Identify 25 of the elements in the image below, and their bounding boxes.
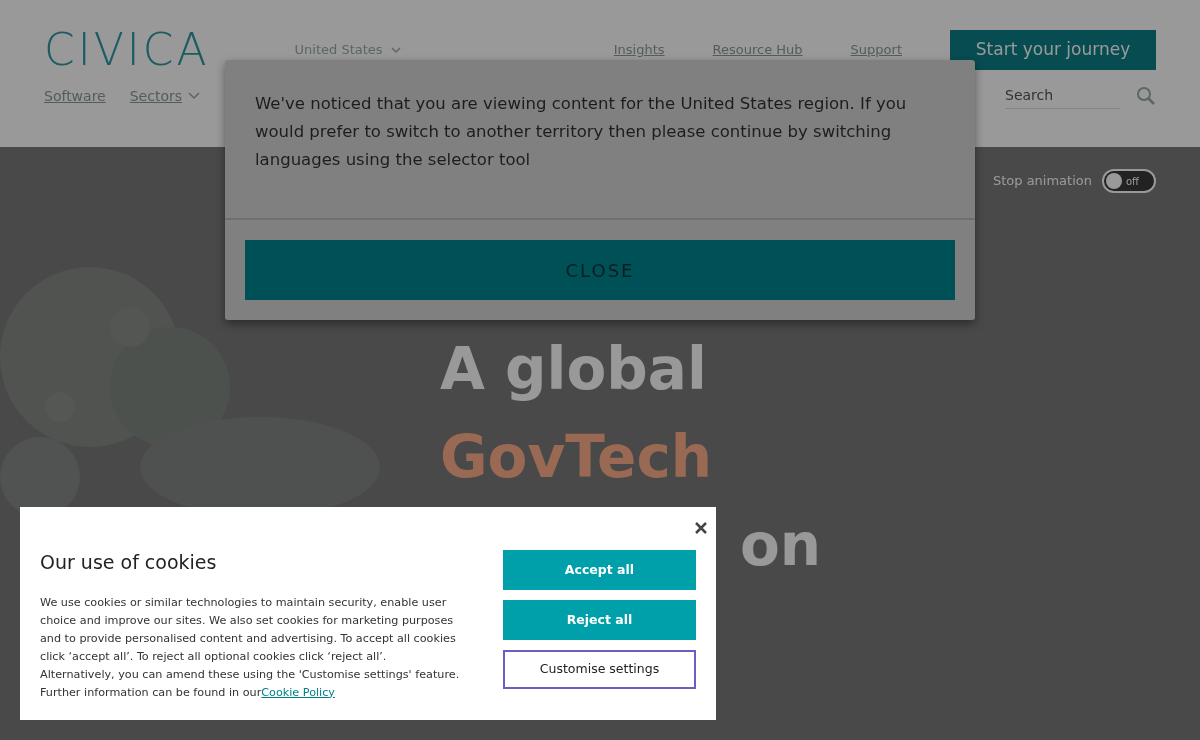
start-journey-button[interactable]: Start your journey: [950, 30, 1156, 70]
search-field[interactable]: Search: [1005, 83, 1120, 109]
chevron-icon[interactable]: [390, 46, 401, 54]
logo[interactable]: CIVICA: [44, 17, 210, 83]
top-link[interactable]: Insights: [613, 40, 665, 60]
animation-toggle[interactable]: off: [1102, 169, 1156, 193]
headline-text: on: [740, 510, 822, 581]
cookie-text: We use cookies or similar technologies to maintain security, enable user choice and improve our sites. We also set cookies for marketing purposes and to provide personalised content and advertising. To accept all cookies click ‘accept all’. To reject all optional cookies click ‘reject all’. Alternatively, you can amend these using the 'Customise settings' feature. Further information can be found in ourCookie Policy: [40, 594, 460, 701]
headline-text: GovTech: [440, 422, 713, 493]
stop-animation-label: Stop animation: [992, 172, 1092, 191]
top-link[interactable]: Support: [850, 40, 902, 60]
region-message: We've noticed that you are viewing content for the United States region. If you would prefer to switch to another territory then please continue by switching languages using the selector tool: [225, 60, 975, 220]
search-icon[interactable]: [1136, 86, 1156, 106]
cookie-button[interactable]: Accept all: [503, 550, 696, 590]
nav-item[interactable]: Sectors: [129, 85, 183, 107]
headline-text: A global: [440, 334, 707, 405]
top-link[interactable]: Resource Hub: [712, 40, 803, 60]
nav-item[interactable]: Software: [44, 85, 106, 107]
region-selector[interactable]: United States: [294, 40, 383, 60]
close-icon[interactable]: [694, 521, 708, 535]
cookie-policy-link[interactable]: Cookie Policy: [261, 685, 335, 699]
cookie-title: Our use of cookies: [40, 551, 218, 574]
cookie-button[interactable]: Customise settings: [503, 650, 696, 689]
chevron-icon[interactable]: [188, 92, 201, 100]
cookie-button[interactable]: Reject all: [503, 600, 696, 640]
